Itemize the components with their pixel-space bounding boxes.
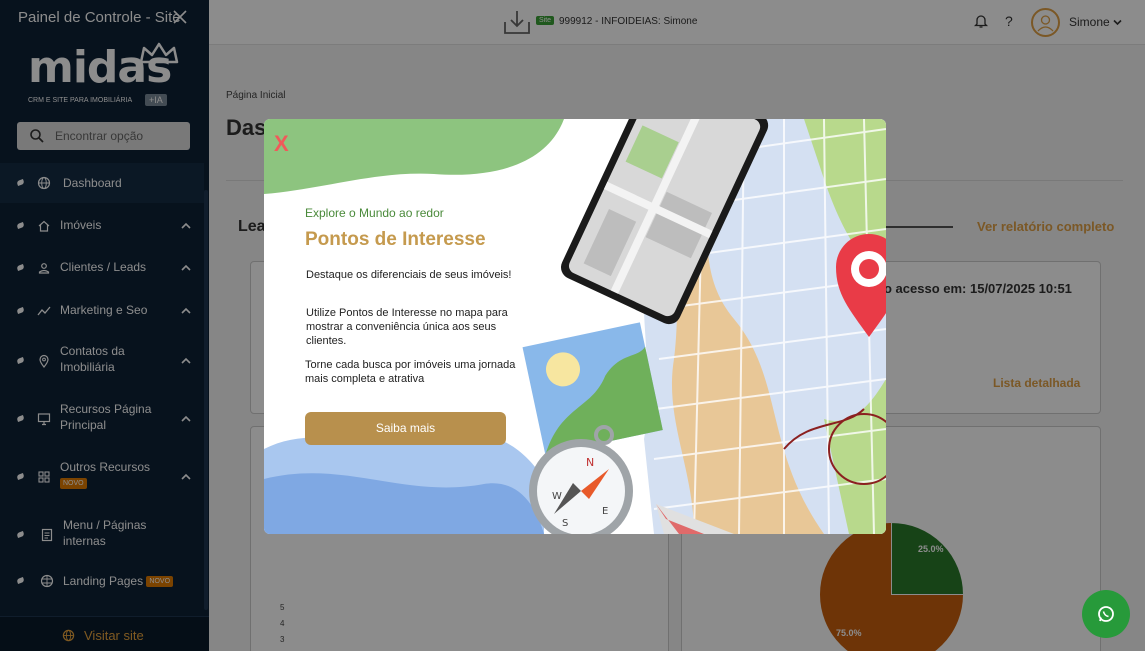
whatsapp-icon — [1098, 606, 1114, 622]
modal-kicker: Explore o Mundo ao redor — [305, 206, 444, 220]
modal-paragraph: Utilize Pontos de Interesse no mapa para… — [306, 307, 508, 347]
modal-title: Pontos de Interesse — [305, 229, 486, 250]
close-modal-button[interactable]: X — [274, 131, 289, 157]
svg-text:S: S — [562, 518, 568, 529]
whatsapp-button[interactable] — [1082, 590, 1130, 638]
modal-paragraph: Torne cada busca por imóveis uma jornada… — [305, 359, 516, 385]
learn-more-button[interactable]: Saiba mais — [305, 412, 506, 445]
svg-text:W: W — [552, 491, 562, 502]
svg-text:N: N — [586, 456, 594, 469]
modal-paragraph: Destaque os diferenciais de seus imóveis… — [306, 269, 512, 281]
promo-modal: N W E S X Explore o Mundo ao redor Ponto… — [264, 119, 886, 534]
svg-text:E: E — [602, 506, 608, 517]
